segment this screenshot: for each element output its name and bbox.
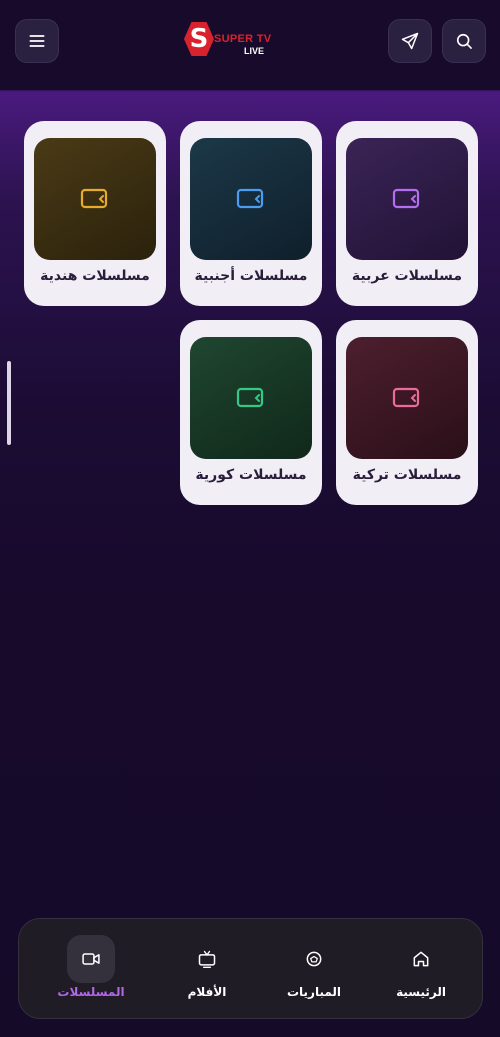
nav-item-series[interactable]: المسلسلات (41, 919, 141, 1020)
logo-badge: S (184, 22, 214, 56)
card-label: مسلسلات عربية (351, 268, 463, 284)
send-button[interactable] (388, 19, 432, 63)
nav-label-home: الرئيسية (396, 985, 446, 999)
screen-icon (80, 188, 108, 209)
nav-item-matches[interactable]: المباريات (264, 919, 364, 1020)
search-icon (456, 33, 472, 49)
logo-subtitle: LIVE (244, 46, 265, 56)
nav-item-home[interactable]: الرئيسية (371, 919, 471, 1020)
send-icon (401, 32, 419, 50)
card-thumbnail (346, 337, 468, 459)
tv-icon (198, 950, 216, 968)
nav-icon-wrap (67, 935, 115, 983)
card-thumbnail (346, 138, 468, 260)
app-screen: S SUPER TV LIVE مسلسلات عربية مسلسلات أج… (0, 0, 500, 1037)
ball-icon (306, 951, 322, 967)
menu-icon (29, 35, 45, 47)
nav-icon-wrap (397, 935, 445, 983)
screen-icon (392, 387, 420, 408)
screen-icon (236, 188, 264, 209)
category-card-foreign[interactable]: مسلسلات أجنبية (180, 121, 322, 306)
nav-label-matches: المباريات (286, 985, 342, 999)
video-camera-icon (82, 953, 100, 965)
card-label: مسلسلات تركية (352, 467, 462, 483)
app-logo[interactable]: S SUPER TV LIVE (184, 22, 274, 62)
home-icon (413, 951, 429, 967)
card-label: مسلسلات كورية (195, 467, 307, 483)
nav-icon-wrap (290, 935, 338, 983)
nav-icon-wrap (183, 935, 231, 983)
card-thumbnail (34, 138, 156, 260)
card-thumbnail (190, 337, 312, 459)
bottom-navigation: الرئيسية المباريات الأفلام المسلسلات (18, 918, 483, 1019)
category-card-indian[interactable]: مسلسلات هندية (24, 121, 166, 306)
category-card-arabic[interactable]: مسلسلات عربية (336, 121, 478, 306)
logo-title: SUPER TV (214, 33, 272, 45)
nav-item-movies[interactable]: الأفلام (157, 919, 257, 1020)
nav-label-series: المسلسلات (57, 985, 125, 999)
card-label: مسلسلات أجنبية (194, 268, 308, 284)
search-button[interactable] (442, 19, 486, 63)
card-thumbnail (190, 138, 312, 260)
menu-button[interactable] (15, 19, 59, 63)
scroll-indicator[interactable] (7, 361, 11, 445)
card-label: مسلسلات هندية (40, 268, 150, 284)
category-card-turkish[interactable]: مسلسلات تركية (336, 320, 478, 505)
top-bar: S SUPER TV LIVE (0, 0, 500, 90)
nav-label-movies: الأفلام (187, 985, 227, 999)
screen-icon (236, 387, 264, 408)
category-card-korean[interactable]: مسلسلات كورية (180, 320, 322, 505)
screen-icon (392, 188, 420, 209)
